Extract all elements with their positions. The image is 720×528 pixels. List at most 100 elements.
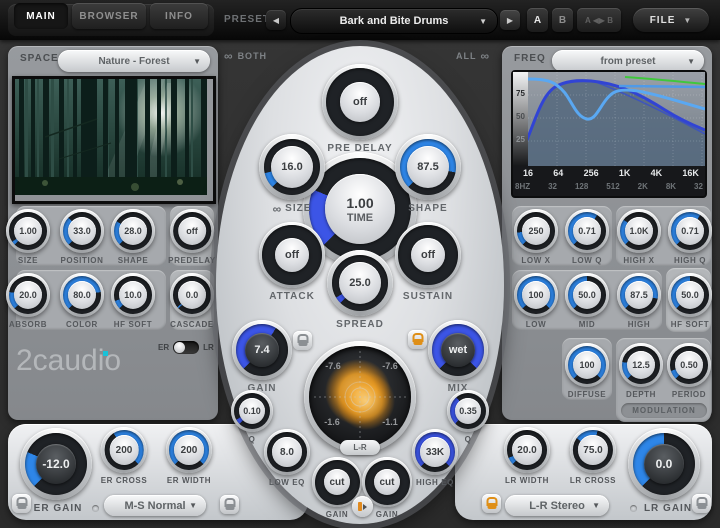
lr-cross-knob[interactable]: 75.0 (569, 427, 616, 473)
chevron-down-icon: ▼ (592, 501, 600, 510)
preset-value: Bark and Bite Drums (339, 15, 449, 27)
spread-knob[interactable]: 25.0 (327, 250, 393, 316)
preset-select[interactable]: Bark and Bite Drums ▼ (290, 8, 498, 34)
high-eq-q-knob[interactable]: 0.35 (447, 390, 489, 432)
high-eq-label: HIGH EQ (416, 478, 454, 487)
shape-label: SHAPE (117, 256, 149, 265)
er-lock-button[interactable] (12, 494, 31, 513)
space-section-label: SPACE (20, 53, 59, 64)
tab-main[interactable]: MAIN (14, 3, 68, 29)
low-eq-q-label: Q (248, 435, 256, 444)
size-main-label: ∞ SIZE (272, 201, 312, 216)
period-knob[interactable]: 0.50 (667, 343, 711, 387)
gain-knob[interactable]: 7.4 (232, 320, 292, 380)
preset-prev-button[interactable]: ◀ (266, 10, 286, 30)
ab-compare-button[interactable]: A ◀▶ B (577, 8, 621, 32)
position-knob[interactable]: 33.0 (60, 209, 104, 253)
low-knob[interactable]: 100 (514, 273, 558, 317)
ab-b-button[interactable]: B (552, 8, 573, 32)
preset-label: PRESET (224, 14, 271, 25)
modulation-section-label: MODULATION (621, 403, 707, 418)
er-gain-knob[interactable]: -12.0 (20, 428, 92, 500)
absorb-label: ABSORB (8, 320, 48, 329)
mid-knob[interactable]: 50.0 (565, 273, 609, 317)
attack-label: ATTACK (269, 291, 315, 302)
low-q-knob[interactable]: 0.71 (565, 209, 609, 253)
stereo-meter-frame (304, 341, 416, 453)
depth-label: DEPTH (625, 390, 657, 399)
freq-value: from preset (600, 55, 656, 67)
low-label: LOW (525, 320, 547, 329)
link-all-indicator[interactable]: ALL ∞ (456, 50, 490, 62)
color-label: COLOR (66, 320, 98, 329)
high-eq-freq-knob[interactable]: 33K (412, 429, 458, 475)
mix-knob[interactable]: wet (428, 320, 488, 380)
lr-stereo-value: L-R Stereo (529, 499, 585, 512)
depth-knob[interactable]: 12.5 (619, 343, 663, 387)
attack-knob[interactable]: off (259, 222, 325, 288)
ms-mode-select[interactable]: M-S Normal ▼ (104, 495, 206, 516)
freq-response-graph[interactable]: 75 50 25 16 64 256 1K 4K 16K 8HZ 32 128 512 2… (511, 70, 707, 198)
lr-cross-label: LR CROSS (569, 476, 617, 485)
top-bar: MAIN BROWSER INFO PRESET ◀ Bark and Bite… (0, 0, 720, 40)
sustain-knob[interactable]: off (395, 222, 461, 288)
eq-link-button[interactable] (352, 496, 373, 517)
predelay-knob[interactable]: off (169, 209, 214, 253)
lr-width-knob[interactable]: 20.0 (504, 427, 550, 473)
spread-label: SPREAD (336, 319, 384, 330)
hf-soft-tail-label: HF SOFT (670, 320, 710, 329)
size-knob[interactable]: 1.00 (6, 209, 50, 253)
shape-main-knob[interactable]: 87.5 (395, 134, 461, 200)
mix-lock-button[interactable] (408, 330, 427, 349)
space-select[interactable]: Nature - Forest ▼ (58, 50, 210, 72)
hf-soft-label: HF SOFT (113, 320, 153, 329)
high-x-knob[interactable]: 1.0K (617, 209, 661, 253)
hf-soft-tail-knob[interactable]: 50.0 (668, 273, 712, 317)
sustain-label: SUSTAIN (402, 291, 454, 302)
chevron-down-icon: ▼ (687, 56, 695, 66)
ms-mode-value: M-S Normal (124, 499, 186, 512)
absorb-knob[interactable]: 20.0 (6, 273, 50, 317)
cascade-knob[interactable]: 0.0 (170, 273, 214, 317)
chevron-down-icon: ▼ (193, 56, 201, 66)
link-both-indicator[interactable]: ∞ BOTH (224, 50, 268, 62)
lr-gain-lock-button[interactable] (692, 494, 711, 513)
link-both-label: BOTH (237, 51, 268, 61)
shape-knob[interactable]: 28.0 (111, 209, 155, 253)
gain-lock-button[interactable] (293, 331, 312, 350)
low-eq-freq-knob[interactable]: 8.0 (264, 429, 310, 475)
low-eq-q-knob[interactable]: 0.10 (231, 390, 273, 432)
file-menu-button[interactable]: FILE ▼ (633, 8, 709, 32)
meter-value-bottom-left: -1.6 (324, 417, 340, 427)
high-knob[interactable]: 87.5 (617, 273, 661, 317)
tab-info[interactable]: INFO (150, 3, 208, 29)
high-q-label: HIGH Q (673, 256, 707, 265)
lr-mode-button[interactable]: L-R (340, 440, 380, 455)
er-gain-label: ER GAIN (33, 503, 83, 514)
freq-select[interactable]: from preset ▼ (552, 50, 704, 72)
ms-lock-button[interactable] (220, 495, 239, 514)
pre-delay-knob[interactable]: off (322, 64, 398, 140)
er-lr-toggle[interactable]: ER LR (158, 341, 214, 354)
er-cross-knob[interactable]: 200 (101, 427, 147, 473)
y-tick-25: 25 (516, 135, 525, 144)
diffuse-knob[interactable]: 100 (565, 343, 609, 387)
tab-browser[interactable]: BROWSER (72, 3, 146, 29)
lr-stereo-select[interactable]: L-R Stereo ▼ (505, 495, 609, 516)
y-tick-50: 50 (516, 112, 525, 121)
eq-link-icon (358, 502, 362, 511)
y-tick-75: 75 (516, 89, 525, 98)
er-toggle-label: ER (158, 343, 170, 352)
ab-a-button[interactable]: A (527, 8, 548, 32)
er-width-knob[interactable]: 200 (166, 427, 212, 473)
high-eq-gain-label: GAIN (375, 510, 399, 519)
preset-next-button[interactable]: ▶ (500, 10, 520, 30)
high-q-knob[interactable]: 0.71 (668, 209, 712, 253)
predelay-label: PREDELAY (168, 256, 216, 265)
size-main-knob[interactable]: 16.0 (259, 134, 325, 200)
color-knob[interactable]: 80.0 (60, 273, 104, 317)
lr-gain-knob[interactable]: 0.0 (628, 428, 700, 500)
lr-stereo-lock-button[interactable] (482, 494, 501, 513)
hf-soft-knob[interactable]: 10.0 (111, 273, 155, 317)
low-x-knob[interactable]: 250 (514, 209, 558, 253)
